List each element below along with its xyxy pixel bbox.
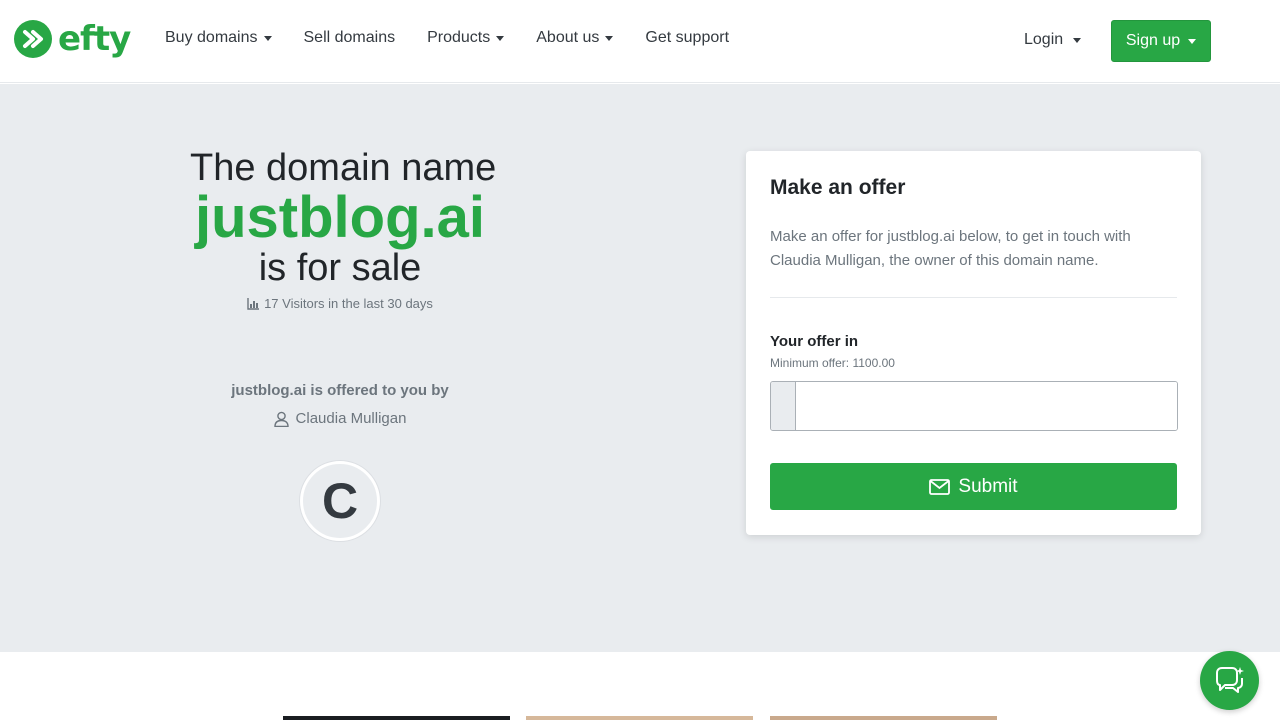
nav-buy-domains[interactable]: Buy domains [165, 29, 272, 47]
domain-name: justblog.ai [195, 185, 485, 250]
nav-about-us-label: About us [536, 29, 600, 46]
login-label: Login [1024, 31, 1064, 48]
nav-get-support-label: Get support [645, 29, 730, 46]
offer-amount-input[interactable] [796, 382, 1177, 430]
offer-label: Your offer in [770, 333, 859, 350]
thumbnail-3 [770, 716, 997, 720]
nav-products[interactable]: Products [427, 29, 505, 47]
caret-down-icon [496, 35, 505, 41]
navbar: efty Buy domains Sell domains Products A… [0, 0, 1280, 83]
minimum-offer-text: Minimum offer: 1100.00 [770, 356, 895, 370]
headline: The domain name justblog.ai is for sale [190, 146, 497, 292]
visitors-stat: 17 Visitors in the last 30 days [190, 296, 490, 311]
chat-button[interactable] [1200, 651, 1259, 710]
caret-down-icon [605, 35, 614, 41]
signup-label: Sign up [1125, 32, 1181, 49]
headline-line3: is for sale [258, 247, 422, 289]
hero-section: The domain name justblog.ai is for sale … [0, 84, 1280, 652]
nav-about-us[interactable]: About us [536, 29, 614, 47]
nav-products-label: Products [427, 29, 491, 46]
user-icon [273, 411, 289, 427]
owner-name: Claudia Mulligan [190, 410, 490, 427]
owner-avatar: C [300, 461, 380, 541]
submit-label: Submit [958, 475, 1018, 497]
caret-down-icon [263, 35, 272, 41]
nav-buy-domains-label: Buy domains [165, 29, 258, 46]
thumbnail-2 [526, 716, 753, 720]
signup-button[interactable]: Sign up [1111, 20, 1211, 62]
nav-sell-domains-label: Sell domains [303, 29, 396, 46]
bar-chart-icon [247, 297, 260, 310]
caret-down-icon [1188, 38, 1197, 44]
offer-input-group [770, 381, 1178, 431]
headline-line1: The domain name [190, 147, 497, 189]
envelope-icon [929, 478, 951, 495]
thumbnail-1 [283, 716, 510, 720]
main-nav: Buy domains Sell domains Products About … [165, 29, 761, 47]
currency-prefix [771, 382, 796, 430]
logo-arrow-icon [14, 20, 52, 58]
nav-sell-domains[interactable]: Sell domains [304, 29, 396, 47]
visitors-text: 17 Visitors in the last 30 days [264, 296, 433, 311]
offer-card-title: Make an offer [770, 176, 906, 199]
submit-button[interactable]: Submit [770, 463, 1177, 510]
chat-icon [1215, 666, 1244, 693]
avatar-initial: C [321, 473, 359, 529]
efty-logo[interactable]: efty [14, 19, 131, 59]
owner-name-text: Claudia Mulligan [295, 410, 407, 427]
offered-by-text: justblog.ai is offered to you by [231, 382, 449, 399]
caret-down-icon [1073, 37, 1082, 43]
login-dropdown[interactable]: Login [1024, 31, 1082, 49]
offer-card: Make an offer Make an offer for justblog… [746, 151, 1201, 535]
divider [770, 297, 1177, 298]
logo-text: efty [58, 19, 131, 59]
nav-get-support[interactable]: Get support [645, 29, 729, 47]
offer-card-description: Make an offer for justblog.ai below, to … [770, 228, 1131, 269]
